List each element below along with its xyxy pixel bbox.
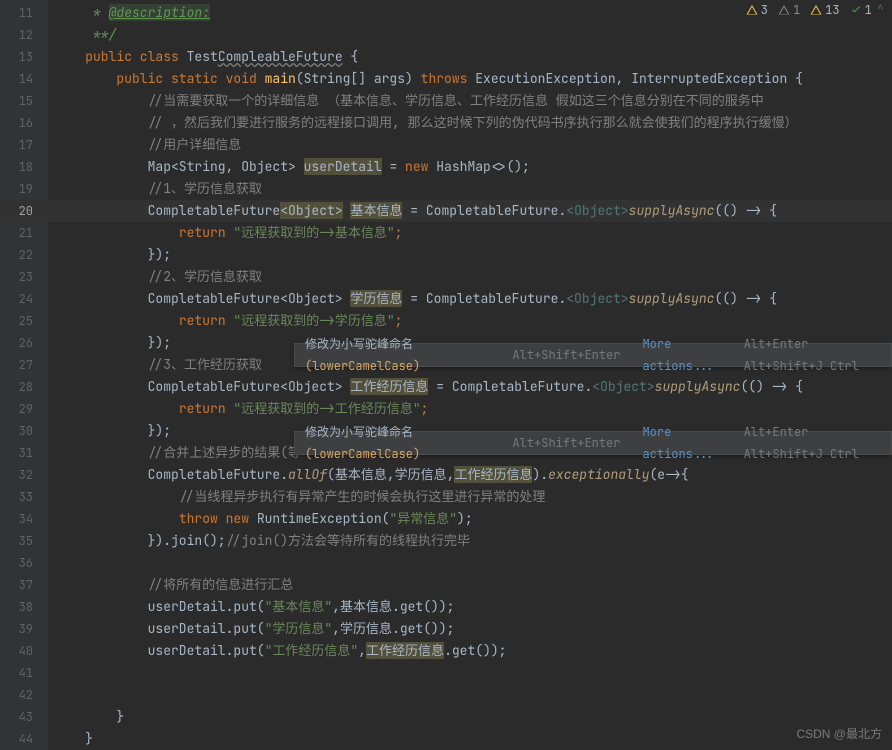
code-line[interactable]: return "远程获取到的->工作经历信息"; — [48, 398, 892, 420]
hint-message[interactable]: 修改为小写驼峰命名 (lowerCamelCase) — [295, 333, 500, 377]
line-number[interactable]: 36 — [0, 552, 47, 574]
line-number[interactable]: 17 — [0, 134, 47, 156]
line-number[interactable]: 13 — [0, 46, 47, 68]
line-number[interactable]: 16 — [0, 112, 47, 134]
code-line[interactable]: **/ — [48, 24, 892, 46]
code-line[interactable]: Map<String, Object> userDetail = new Has… — [48, 156, 892, 178]
line-number[interactable]: 28 — [0, 376, 47, 398]
line-number[interactable]: 21 — [0, 222, 47, 244]
code-line[interactable]: } — [48, 706, 892, 728]
line-number[interactable]: 12 — [0, 24, 47, 46]
intention-hint-popup[interactable]: 修改为小写驼峰命名 (lowerCamelCase) Alt+Shift+Ent… — [294, 431, 892, 455]
line-number[interactable]: 44 — [0, 728, 47, 750]
line-number[interactable]: 32 — [0, 464, 47, 486]
code-line[interactable]: userDetail.put("学历信息",学历信息.get()); — [48, 618, 892, 640]
line-number[interactable]: 30 — [0, 420, 47, 442]
code-line[interactable]: //1、学历信息获取 — [48, 178, 892, 200]
hint-shortcut: Alt+Shift+Enter — [500, 432, 632, 454]
code-line[interactable]: CompletableFuture.allOf(基本信息,学历信息,工作经历信息… — [48, 464, 892, 486]
hint-shortcut: Alt+Shift+Enter — [500, 344, 632, 366]
code-line[interactable]: CompletableFuture<Object> 基本信息 = Complet… — [48, 200, 892, 222]
line-number[interactable]: 42 — [0, 684, 47, 706]
line-number[interactable]: 22 — [0, 244, 47, 266]
code-line[interactable]: return "远程获取到的->基本信息"; — [48, 222, 892, 244]
more-actions-link[interactable]: More actions... — [632, 421, 737, 465]
code-line[interactable]: //用户详细信息 — [48, 134, 892, 156]
code-line[interactable]: throw new RuntimeException("异常信息"); — [48, 508, 892, 530]
line-number[interactable]: 25 — [0, 310, 47, 332]
watermark: CSDN @最北方 — [796, 725, 882, 742]
code-line[interactable]: public static void main(String[] args) t… — [48, 68, 892, 90]
code-line[interactable] — [48, 552, 892, 574]
more-actions-link[interactable]: More actions... — [632, 333, 737, 377]
line-number[interactable]: 39 — [0, 618, 47, 640]
line-number[interactable]: 33 — [0, 486, 47, 508]
code-line[interactable]: //当线程异步执行有异常产生的时候会执行这里进行异常的处理 — [48, 486, 892, 508]
line-number[interactable]: 27 — [0, 354, 47, 376]
code-line[interactable]: CompletableFuture<Object> 学历信息 = Complet… — [48, 288, 892, 310]
code-line[interactable]: userDetail.put("工作经历信息",工作经历信息.get()); — [48, 640, 892, 662]
line-number-gutter[interactable]: 11 12 13 14 15 16 17 18 19 20 21 22 23 2… — [0, 0, 48, 750]
intention-hint-popup[interactable]: 修改为小写驼峰命名 (lowerCamelCase) Alt+Shift+Ent… — [294, 343, 892, 367]
line-number[interactable]: 19 — [0, 178, 47, 200]
line-number[interactable]: 11 — [0, 2, 47, 24]
code-line[interactable]: }); — [48, 244, 892, 266]
editor-container: 11 12 13 14 15 16 17 18 19 20 21 22 23 2… — [0, 0, 892, 750]
code-line[interactable]: userDetail.put("基本信息",基本信息.get()); — [48, 596, 892, 618]
code-line[interactable]: //将所有的信息进行汇总 — [48, 574, 892, 596]
code-line[interactable]: * @description: — [48, 2, 892, 24]
line-number[interactable]: 26 — [0, 332, 47, 354]
line-number[interactable]: 24 — [0, 288, 47, 310]
code-line[interactable]: } — [48, 728, 892, 750]
hint-shortcut2: Alt+Enter Alt+Shift+J Ctrl — [738, 421, 891, 465]
line-number[interactable]: 15 — [0, 90, 47, 112]
line-number[interactable]: 29 — [0, 398, 47, 420]
line-number[interactable]: 37 — [0, 574, 47, 596]
line-number[interactable]: 35 — [0, 530, 47, 552]
hint-message[interactable]: 修改为小写驼峰命名 (lowerCamelCase) — [295, 421, 500, 465]
line-number[interactable]: 31 — [0, 442, 47, 464]
line-number[interactable]: 38 — [0, 596, 47, 618]
line-number[interactable]: 34 — [0, 508, 47, 530]
line-number[interactable]: 41 — [0, 662, 47, 684]
line-number[interactable]: 20 — [0, 200, 47, 222]
line-number[interactable]: 23 — [0, 266, 47, 288]
line-number[interactable]: 40 — [0, 640, 47, 662]
code-line[interactable] — [48, 684, 892, 706]
line-number[interactable]: 43 — [0, 706, 47, 728]
code-line[interactable]: // ，然后我们要进行服务的远程接口调用, 那么这时候下列的伪代码书序执行那么就… — [48, 112, 892, 134]
code-line[interactable]: }).join();//join()方法会等待所有的线程执行完毕 — [48, 530, 892, 552]
hint-shortcut2: Alt+Enter Alt+Shift+J Ctrl — [738, 333, 891, 377]
line-number[interactable]: 18 — [0, 156, 47, 178]
code-line[interactable]: //当需要获取一个的详细信息 （基本信息、学历信息、工作经历信息 假如这三个信息… — [48, 90, 892, 112]
code-editor[interactable]: * @description: **/ public class TestCom… — [48, 0, 892, 750]
code-line[interactable]: return "远程获取到的->学历信息"; — [48, 310, 892, 332]
code-line[interactable]: public class TestCompleableFuture { — [48, 46, 892, 68]
code-line[interactable]: CompletableFuture<Object> 工作经历信息 = Compl… — [48, 376, 892, 398]
line-number[interactable]: 14 — [0, 68, 47, 90]
code-line[interactable] — [48, 662, 892, 684]
code-line[interactable]: //2、学历信息获取 — [48, 266, 892, 288]
